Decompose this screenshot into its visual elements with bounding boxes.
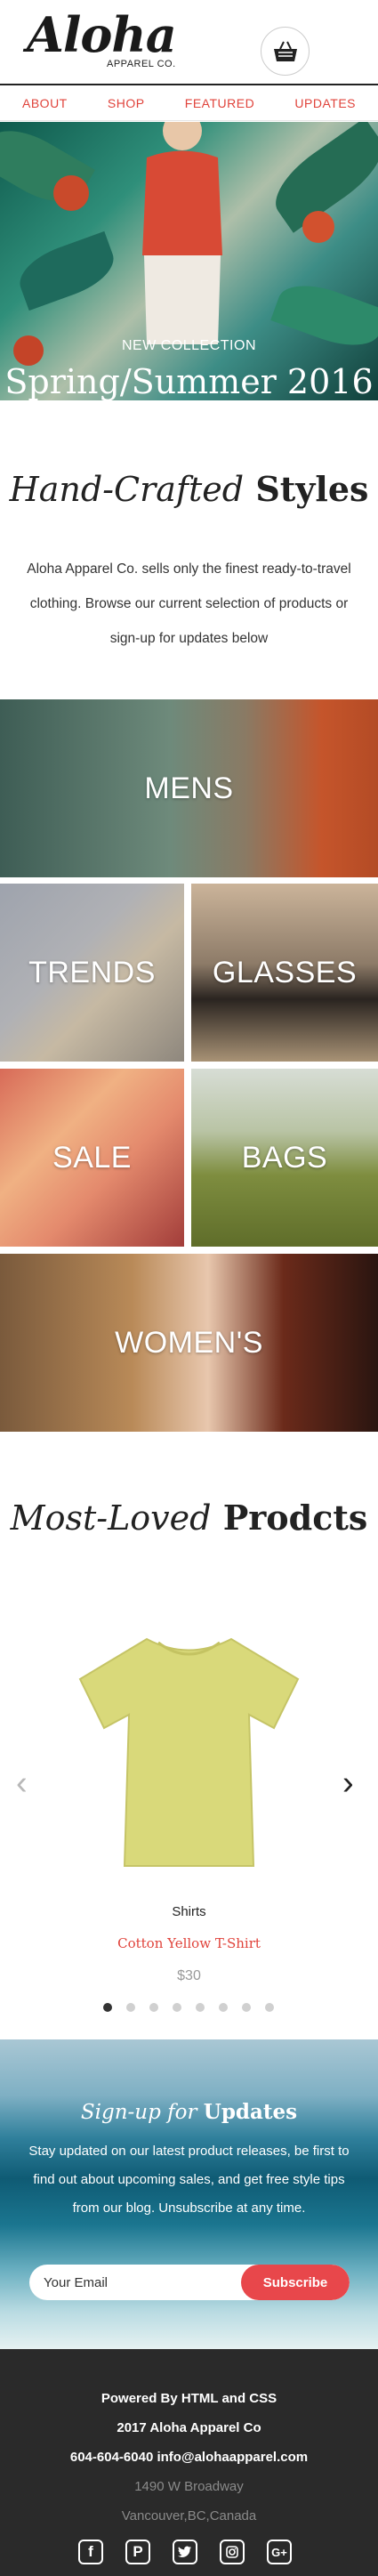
hero-flower — [302, 211, 334, 243]
styles-heading-italic: Hand-Crafted — [9, 470, 245, 509]
carousel-dot[interactable] — [265, 2003, 274, 2012]
carousel-next-button[interactable]: › — [342, 1766, 354, 1800]
carousel-dot[interactable] — [219, 2003, 228, 2012]
carousel-dot[interactable] — [242, 2003, 251, 2012]
signup-title: Sign-up for Updates — [0, 2100, 378, 2124]
footer-copyright: 2017 Aloha Apparel Co — [117, 2420, 261, 2435]
signup-title-italic: Sign-up for — [80, 2101, 197, 2124]
hero-title: Spring/Summer 2016 — [4, 362, 374, 400]
main-nav: ABOUT SHOP FEATURED UPDATES — [0, 85, 378, 121]
hero-leaf — [12, 230, 122, 311]
carousel-dot[interactable] — [126, 2003, 135, 2012]
category-tile-bags[interactable]: BAGS — [191, 1069, 378, 1247]
category-tile-glasses[interactable]: GLASSES — [191, 884, 378, 1062]
tshirt-shape — [78, 1637, 300, 1867]
site-footer: Powered By HTML and CSS 2017 Aloha Appar… — [0, 2349, 378, 2576]
footer-contact[interactable]: 604-604-6040 info@alohaapparel.com — [0, 2450, 378, 2465]
category-tile-womens[interactable]: WOMEN'S — [0, 1254, 378, 1432]
product-category: Shirts — [172, 1904, 206, 1919]
product-price: $30 — [177, 1968, 201, 1983]
signup-text: Stay updated on our latest product relea… — [28, 2144, 350, 2216]
google-plus-icon[interactable]: G+ — [267, 2540, 292, 2564]
nav-about[interactable]: ABOUT — [22, 96, 68, 110]
carousel-dot[interactable] — [149, 2003, 158, 2012]
footer-address-line1: 1490 W Broadway — [134, 2479, 244, 2494]
carousel-dots — [103, 2003, 274, 2012]
nav-updates[interactable]: UPDATES — [294, 96, 356, 110]
footer-powered: Powered By HTML and CSS — [101, 2391, 277, 2406]
product-image[interactable] — [71, 1630, 307, 1870]
hero-banner: NEW COLLECTION Spring/Summer 2016 — [0, 122, 378, 400]
logo[interactable]: Aloha APPAREL CO. — [27, 6, 177, 69]
category-label: BAGS — [241, 1140, 328, 1175]
hero-flower — [53, 175, 89, 211]
logo-subtitle: APPAREL CO. — [107, 59, 176, 69]
category-label: MENS — [144, 771, 234, 805]
hero-model — [142, 122, 222, 344]
styles-heading-bold: Styles — [255, 469, 369, 509]
products-heading: Most-Loved Prodcts — [0, 1498, 378, 1538]
category-label: GLASSES — [212, 955, 358, 989]
signup-title-bold: Updates — [203, 2100, 298, 2124]
products-heading-bold: Prodcts — [222, 1498, 368, 1538]
logo-text: Aloha — [27, 6, 177, 63]
category-label: WOMEN'S — [115, 1325, 263, 1360]
category-tile-mens[interactable]: MENS — [0, 699, 378, 877]
carousel-dot[interactable] — [173, 2003, 181, 2012]
nav-shop[interactable]: SHOP — [108, 96, 145, 110]
twitter-icon[interactable] — [173, 2540, 197, 2564]
carousel-dot[interactable] — [103, 2003, 112, 2012]
facebook-icon[interactable]: f — [78, 2540, 103, 2564]
nav-featured[interactable]: FEATURED — [185, 96, 254, 110]
instagram-icon[interactable] — [220, 2540, 245, 2564]
products-heading-italic: Most-Loved — [10, 1498, 212, 1538]
category-tile-sale[interactable]: SALE — [0, 1069, 184, 1247]
styles-heading: Hand-Crafted Styles — [0, 469, 378, 509]
site-header: Aloha APPAREL CO. — [0, 0, 378, 85]
intro-text: Aloha Apparel Co. sells only the finest … — [27, 561, 351, 646]
carousel-dot[interactable] — [196, 2003, 205, 2012]
category-label: SALE — [52, 1140, 132, 1175]
footer-address-line2: Vancouver,BC,Canada — [121, 2508, 257, 2524]
hero-subtitle: NEW COLLECTION — [121, 338, 256, 353]
product-name[interactable]: Cotton Yellow T-Shirt — [0, 1935, 378, 1951]
carousel-prev-button[interactable]: ‹ — [16, 1766, 28, 1800]
email-input[interactable] — [29, 2265, 243, 2300]
signup-section: Sign-up for Updates Stay updated on our … — [0, 2039, 378, 2349]
subscribe-button[interactable]: Subscribe — [241, 2265, 350, 2300]
signup-form: Subscribe — [29, 2265, 350, 2300]
category-tile-trends[interactable]: TRENDS — [0, 884, 184, 1062]
social-links: f P G+ — [78, 2540, 292, 2564]
pinterest-icon[interactable]: P — [125, 2540, 150, 2564]
shopping-basket-icon — [273, 41, 297, 61]
category-label: TRENDS — [28, 955, 156, 989]
cart-button[interactable] — [261, 27, 310, 76]
